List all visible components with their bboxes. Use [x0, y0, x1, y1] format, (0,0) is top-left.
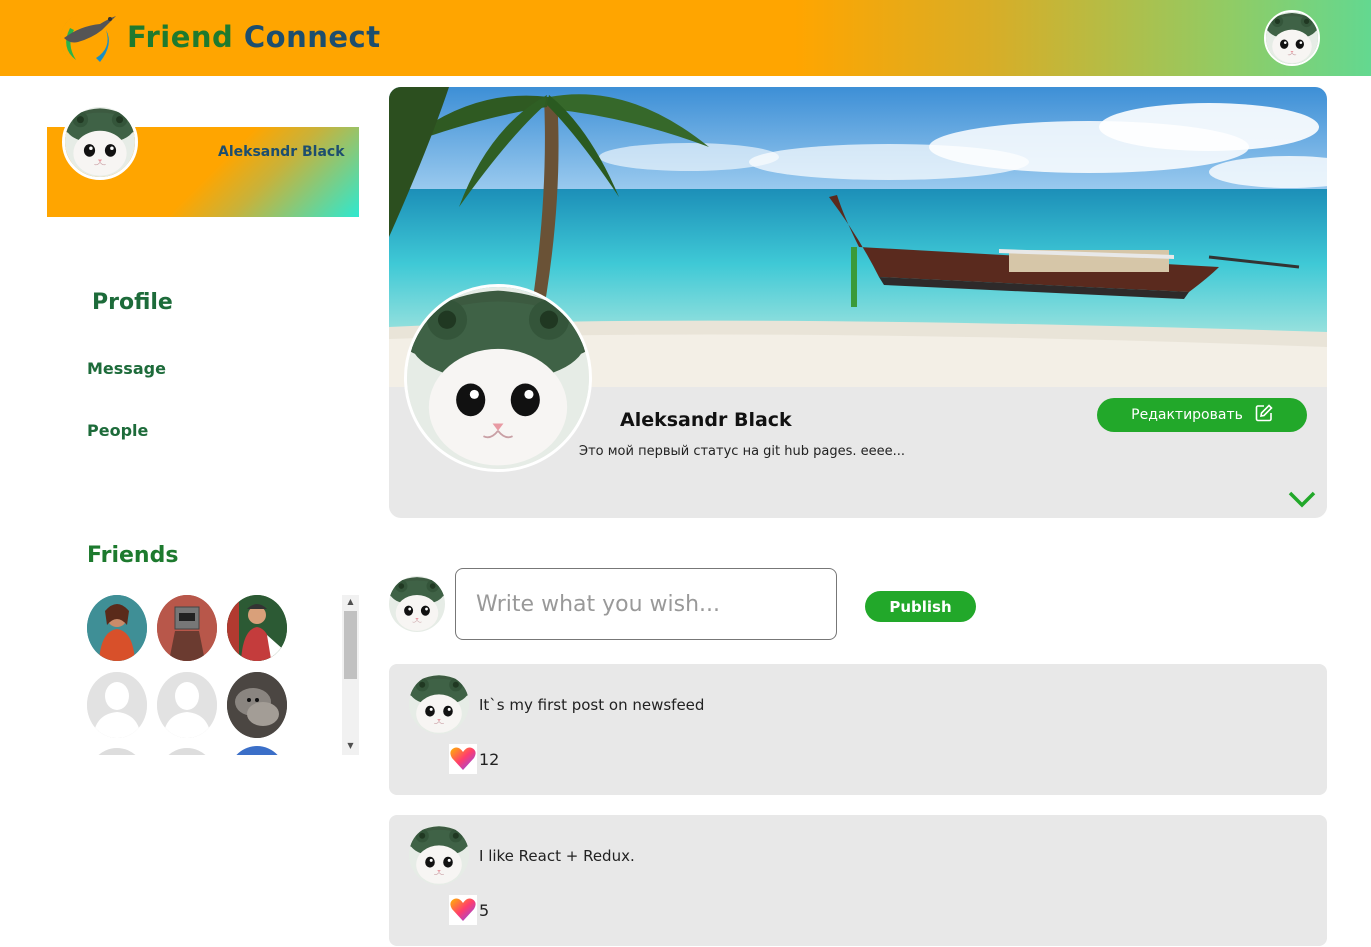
post-author-avatar[interactable]: [409, 825, 469, 885]
like-count: 5: [479, 901, 490, 920]
header-avatar[interactable]: [1264, 10, 1320, 66]
publish-button[interactable]: Publish: [865, 591, 976, 622]
user-card-name: Aleksandr Black: [218, 144, 345, 160]
heart-like-icon[interactable]: [449, 895, 477, 925]
brand-title[interactable]: Friend Connect: [127, 20, 381, 54]
post-card: It`s my first post on newsfeed 12: [389, 664, 1327, 795]
scroll-up-icon[interactable]: ▲: [342, 595, 359, 609]
edit-icon: [1255, 404, 1273, 426]
brand-word-connect: Connect: [243, 20, 381, 54]
friend-avatar[interactable]: [227, 672, 287, 738]
friend-avatar[interactable]: [157, 595, 217, 661]
post-text: I like React + Redux.: [479, 847, 635, 865]
profile-avatar[interactable]: [404, 284, 592, 472]
friend-avatar-placeholder[interactable]: [157, 748, 217, 755]
new-post-input[interactable]: [455, 568, 837, 640]
friends-scrollbar[interactable]: ▲ ▼: [342, 595, 359, 755]
friend-avatar[interactable]: [87, 595, 147, 661]
profile-status[interactable]: Это мой первый статус на git hub pages. …: [579, 444, 905, 459]
top-header: Friend Connect: [0, 0, 1371, 76]
heart-like-icon[interactable]: [449, 744, 477, 774]
friend-avatar-placeholder[interactable]: [87, 748, 147, 755]
user-card-avatar[interactable]: [62, 104, 138, 180]
scroll-thumb[interactable]: [344, 611, 357, 679]
brand-word-friend: Friend: [127, 20, 234, 54]
nav-message-link[interactable]: Message: [87, 359, 166, 378]
edit-profile-button[interactable]: Редактировать: [1097, 398, 1307, 432]
profile-name: Aleksandr Black: [620, 409, 792, 431]
post-author-avatar[interactable]: [409, 674, 469, 734]
nav-people-link[interactable]: People: [87, 421, 148, 440]
bird-globe-logo-icon[interactable]: [56, 8, 118, 68]
edit-profile-label: Редактировать: [1131, 407, 1243, 423]
post-card: I like React + Redux. 5: [389, 815, 1327, 946]
nav-profile-link[interactable]: Profile: [92, 290, 173, 315]
new-post-avatar: [389, 576, 445, 632]
friend-avatar[interactable]: [227, 595, 287, 661]
friend-avatar-placeholder[interactable]: [87, 672, 147, 738]
like-count: 12: [479, 750, 500, 769]
post-text: It`s my first post on newsfeed: [479, 696, 705, 714]
scroll-down-icon[interactable]: ▼: [342, 739, 359, 753]
friends-title: Friends: [87, 543, 179, 568]
chevron-down-icon[interactable]: [1287, 488, 1317, 510]
friend-avatar-placeholder[interactable]: [157, 672, 217, 738]
friends-list: [80, 590, 360, 755]
friend-avatar[interactable]: [227, 746, 287, 755]
